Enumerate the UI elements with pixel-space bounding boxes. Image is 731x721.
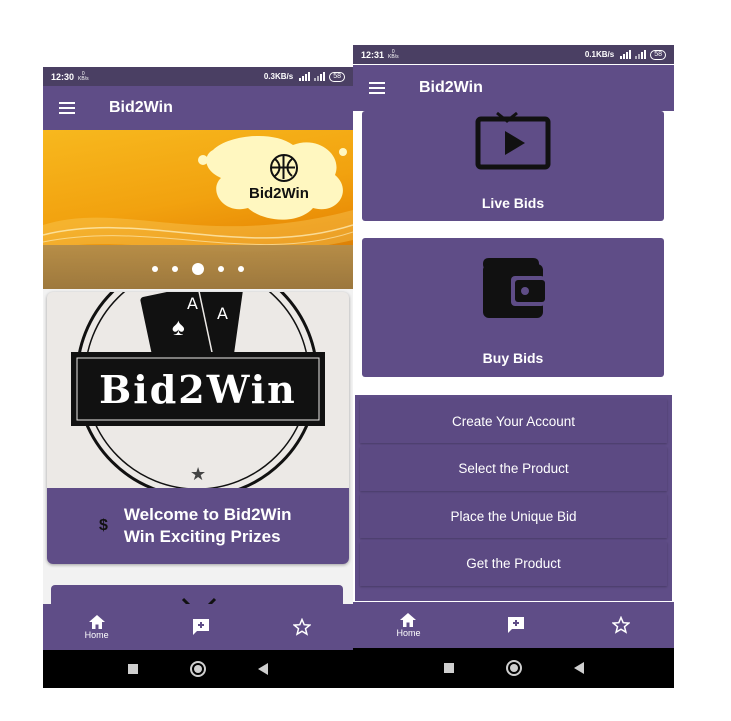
welcome-text: Welcome to Bid2Win Win Exciting Prizes <box>124 504 292 548</box>
signal-icon-secondary <box>314 72 326 81</box>
welcome-card[interactable]: A A ♠ Bid2Win ★ $ Welcome to Bid2Win Win… <box>47 292 349 564</box>
signal-icon-secondary <box>635 50 647 59</box>
carousel-dot[interactable] <box>218 266 224 272</box>
step-create-account[interactable]: Create Your Account <box>360 399 667 443</box>
add-comment-icon <box>193 619 209 635</box>
welcome-line-1: Welcome to Bid2Win <box>123 505 292 524</box>
nav-home-label: Home <box>84 629 109 640</box>
live-bids-card[interactable]: Live Bids <box>362 111 664 221</box>
back-triangle-icon[interactable] <box>573 662 584 674</box>
nav-home[interactable]: Home <box>84 614 109 640</box>
signal-icon <box>299 72 311 81</box>
status-time: 12:31 <box>361 49 385 60</box>
phone-screen-right: 12:31 0 KB/s 0.1KB/s 58 Bid2Win Live Bids… <box>353 45 674 688</box>
status-time: 12:30 <box>51 71 75 82</box>
logo-wordmark: Bid2Win <box>99 367 297 412</box>
carousel-dot-active[interactable] <box>192 263 204 275</box>
nav-favorites[interactable] <box>293 618 312 636</box>
home-icon <box>88 614 105 629</box>
nav-add-comment[interactable] <box>507 616 525 634</box>
app-title: Bid2Win <box>419 79 483 96</box>
nav-favorites[interactable] <box>612 616 631 634</box>
back-triangle-icon[interactable] <box>258 663 268 675</box>
carousel-indicators[interactable] <box>43 263 353 275</box>
app-title: Bid2Win <box>109 99 173 116</box>
step-select-product[interactable]: Select the Product <box>360 446 667 491</box>
basketball-icon <box>270 154 298 182</box>
star-outline-icon <box>612 616 631 634</box>
ace-of-spades-icon: ♠ <box>172 314 185 341</box>
home-icon <box>400 612 417 627</box>
buy-bids-label: Buy Bids <box>482 350 544 366</box>
nav-home-label: Home <box>396 627 421 638</box>
home-circle-icon[interactable] <box>190 661 206 677</box>
hamburger-menu-icon[interactable] <box>369 82 385 94</box>
live-tv-play-icon <box>475 111 551 170</box>
step-get-product[interactable]: Get the Product <box>360 541 667 586</box>
recents-square-icon[interactable] <box>443 663 454 673</box>
system-navigation-bar <box>353 648 674 688</box>
live-bids-label: Live Bids <box>481 195 545 211</box>
star-outline-icon <box>293 618 312 636</box>
banner-logo-text: Bid2Win <box>249 185 309 202</box>
add-comment-icon <box>508 617 525 633</box>
data-rate-indicator: 0 KB/s <box>78 70 89 82</box>
dollar-icon: $ <box>99 517 108 534</box>
system-navigation-bar <box>43 650 353 688</box>
step-place-bid[interactable]: Place the Unique Bid <box>360 494 667 538</box>
phone-screen-left: 12:30 0KB/s 0.3KB/s 58 Bid2Win Bid2Win <box>43 67 353 688</box>
status-bar: 12:30 0 KB/s 0.3KB/s 58 <box>43 67 353 86</box>
star-icon: ★ <box>190 464 207 484</box>
welcome-line-2: Win Exciting Prizes <box>123 527 281 546</box>
card-corner-letter: A <box>187 294 198 313</box>
signal-icon <box>620 50 632 59</box>
nav-add-comment[interactable] <box>192 618 210 636</box>
bottom-navigation: Home <box>43 604 353 650</box>
nav-home[interactable]: Home <box>396 612 421 638</box>
data-rate-indicator: 0 KB/s <box>388 48 399 60</box>
card-corner-letter-back: A <box>217 304 228 323</box>
carousel-dot[interactable] <box>152 266 158 272</box>
hamburger-menu-icon[interactable] <box>59 102 75 114</box>
battery-icon: 58 <box>650 49 666 60</box>
welcome-caption: $ Welcome to Bid2Win Win Exciting Prizes <box>47 488 349 564</box>
home-circle-icon[interactable] <box>505 660 522 676</box>
how-it-works-steps: Create Your Account Select the Product P… <box>355 395 672 601</box>
wallet-icon <box>483 258 545 318</box>
buy-bids-card[interactable]: Buy Bids <box>362 238 664 377</box>
status-bar: 12:31 0 KB/s 0.1KB/s 58 <box>353 45 674 64</box>
recents-square-icon[interactable] <box>128 664 138 674</box>
carousel-dot[interactable] <box>238 266 244 272</box>
bottom-navigation: Home <box>353 602 674 648</box>
network-speed: 0.3KB/s <box>263 72 294 81</box>
carousel-dot[interactable] <box>172 266 178 272</box>
battery-icon: 58 <box>329 71 345 82</box>
network-speed: 0.1KB/s <box>584 50 615 59</box>
app-bar: Bid2Win <box>353 65 674 111</box>
promo-banner-carousel[interactable]: Bid2Win <box>43 130 353 289</box>
app-bar: Bid2Win <box>43 86 353 130</box>
